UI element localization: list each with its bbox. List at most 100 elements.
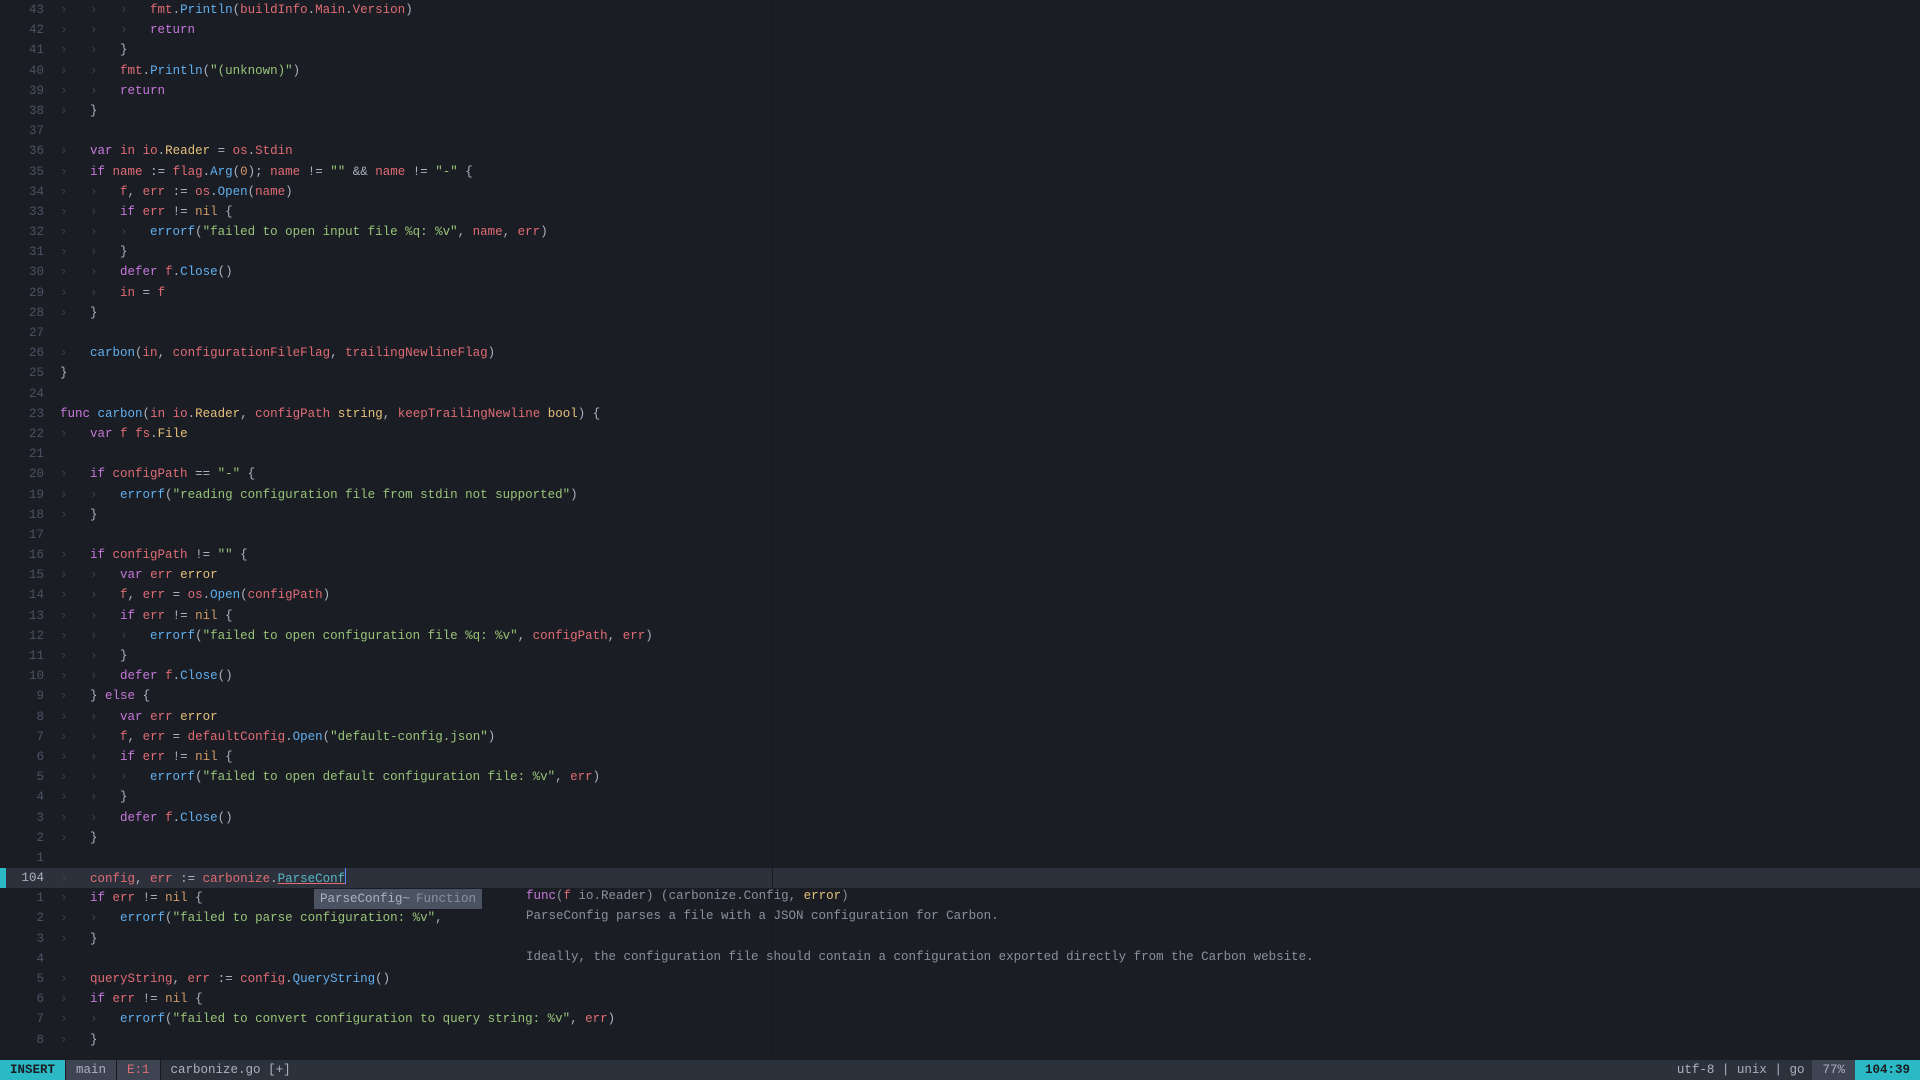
line-number: 14 bbox=[6, 585, 52, 605]
code-line[interactable]: 26› carbon(in, configurationFileFlag, tr… bbox=[0, 343, 1920, 363]
line-number: 35 bbox=[6, 162, 52, 182]
code-line[interactable]: 28› } bbox=[0, 303, 1920, 323]
code-line[interactable]: 9› } else { bbox=[0, 686, 1920, 706]
code-line[interactable]: 22› var f fs.File bbox=[0, 424, 1920, 444]
completion-match: ParseConfig~ bbox=[320, 889, 410, 909]
code-line[interactable]: 30› › defer f.Close() bbox=[0, 262, 1920, 282]
line-number: 33 bbox=[6, 202, 52, 222]
line-number: 22 bbox=[6, 424, 52, 444]
code-line[interactable]: 1› if err != nil { bbox=[0, 888, 1920, 908]
code-line[interactable]: 3› › defer f.Close() bbox=[0, 808, 1920, 828]
code-line[interactable]: 21 bbox=[0, 444, 1920, 464]
line-number: 10 bbox=[6, 666, 52, 686]
code-line[interactable]: 16› if configPath != "" { bbox=[0, 545, 1920, 565]
line-number: 4 bbox=[6, 949, 52, 969]
code-line[interactable]: 104› config, err := carbonize.ParseConf bbox=[0, 868, 1920, 888]
line-number: 24 bbox=[6, 384, 52, 404]
statusline: INSERT main E:1 carbonize.go [+] utf-8 |… bbox=[0, 1060, 1920, 1080]
code-line[interactable]: 15› › var err error bbox=[0, 565, 1920, 585]
line-number: 7 bbox=[6, 1009, 52, 1029]
line-number: 1 bbox=[6, 888, 52, 908]
code-line[interactable]: 37 bbox=[0, 121, 1920, 141]
line-number: 28 bbox=[6, 303, 52, 323]
code-line[interactable]: 10› › defer f.Close() bbox=[0, 666, 1920, 686]
code-line[interactable]: 8› › var err error bbox=[0, 707, 1920, 727]
line-number: 8 bbox=[6, 1030, 52, 1050]
line-number: 3 bbox=[6, 929, 52, 949]
code-line[interactable]: 8› } bbox=[0, 1030, 1920, 1050]
line-number: 30 bbox=[6, 262, 52, 282]
line-number: 32 bbox=[6, 222, 52, 242]
line-number: 13 bbox=[6, 606, 52, 626]
line-number: 6 bbox=[6, 747, 52, 767]
code-line[interactable]: 6› if err != nil { bbox=[0, 989, 1920, 1009]
line-number: 39 bbox=[6, 81, 52, 101]
line-number: 11 bbox=[6, 646, 52, 666]
line-number: 37 bbox=[6, 121, 52, 141]
code-line[interactable]: 38› } bbox=[0, 101, 1920, 121]
line-number: 5 bbox=[6, 767, 52, 787]
code-line[interactable]: 1 bbox=[0, 848, 1920, 868]
completion-kind: Function bbox=[416, 889, 476, 909]
line-number: 15 bbox=[6, 565, 52, 585]
line-number: 17 bbox=[6, 525, 52, 545]
diagnostic-count: E:1 bbox=[117, 1060, 161, 1080]
line-number: 104 bbox=[6, 868, 52, 888]
code-line[interactable]: 34› › f, err := os.Open(name) bbox=[0, 182, 1920, 202]
line-number: 3 bbox=[6, 808, 52, 828]
code-line[interactable]: 24 bbox=[0, 384, 1920, 404]
code-line[interactable]: 23func carbon(in io.Reader, configPath s… bbox=[0, 404, 1920, 424]
code-line[interactable]: 20› if configPath == "-" { bbox=[0, 464, 1920, 484]
line-number: 21 bbox=[6, 444, 52, 464]
code-line[interactable]: 5› queryString, err := config.QueryStrin… bbox=[0, 969, 1920, 989]
code-line[interactable]: 3› } bbox=[0, 929, 1920, 949]
code-line[interactable]: 39› › return bbox=[0, 81, 1920, 101]
code-line[interactable]: 13› › if err != nil { bbox=[0, 606, 1920, 626]
line-number: 26 bbox=[6, 343, 52, 363]
mode-indicator: INSERT bbox=[0, 1060, 66, 1080]
line-number: 19 bbox=[6, 485, 52, 505]
scroll-percent: 77% bbox=[1812, 1060, 1855, 1080]
code-line[interactable]: 42› › › return bbox=[0, 20, 1920, 40]
line-number: 6 bbox=[6, 989, 52, 1009]
line-number: 31 bbox=[6, 242, 52, 262]
completion-popup[interactable]: ParseConfig~ Function bbox=[314, 889, 482, 909]
code-line[interactable]: 19› › errorf("reading configuration file… bbox=[0, 485, 1920, 505]
code-line[interactable]: 31› › } bbox=[0, 242, 1920, 262]
completion-item[interactable]: ParseConfig~ Function bbox=[314, 889, 482, 909]
line-number: 23 bbox=[6, 404, 52, 424]
code-line[interactable]: 18› } bbox=[0, 505, 1920, 525]
git-branch: main bbox=[66, 1060, 117, 1080]
code-line[interactable]: 33› › if err != nil { bbox=[0, 202, 1920, 222]
line-number: 43 bbox=[6, 0, 52, 20]
code-line[interactable]: 7› › f, err = defaultConfig.Open("defaul… bbox=[0, 727, 1920, 747]
line-number: 2 bbox=[6, 828, 52, 848]
line-number: 9 bbox=[6, 686, 52, 706]
code-line[interactable]: 2› } bbox=[0, 828, 1920, 848]
line-number: 34 bbox=[6, 182, 52, 202]
code-line[interactable]: 32› › › errorf("failed to open input fil… bbox=[0, 222, 1920, 242]
code-line[interactable]: 35› if name := flag.Arg(0); name != "" &… bbox=[0, 162, 1920, 182]
code-line[interactable]: 7› › errorf("failed to convert configura… bbox=[0, 1009, 1920, 1029]
line-number: 2 bbox=[6, 908, 52, 928]
line-number: 1 bbox=[6, 848, 52, 868]
code-line[interactable]: 29› › in = f bbox=[0, 283, 1920, 303]
line-number: 12 bbox=[6, 626, 52, 646]
code-line[interactable]: 11› › } bbox=[0, 646, 1920, 666]
completion-doc-line2: Ideally, the configuration file should c… bbox=[526, 950, 1314, 964]
code-line[interactable]: 12› › › errorf("failed to open configura… bbox=[0, 626, 1920, 646]
code-line[interactable]: 17 bbox=[0, 525, 1920, 545]
code-line[interactable]: 41› › } bbox=[0, 40, 1920, 60]
code-line[interactable]: 25} bbox=[0, 363, 1920, 383]
code-editor[interactable]: 43› › › fmt.Println(buildInfo.Main.Versi… bbox=[0, 0, 1920, 1060]
line-number: 38 bbox=[6, 101, 52, 121]
code-line[interactable]: 6› › if err != nil { bbox=[0, 747, 1920, 767]
code-line[interactable]: 40› › fmt.Println("(unknown)") bbox=[0, 61, 1920, 81]
code-line[interactable]: 14› › f, err = os.Open(configPath) bbox=[0, 585, 1920, 605]
code-line[interactable]: 5› › › errorf("failed to open default co… bbox=[0, 767, 1920, 787]
line-number: 20 bbox=[6, 464, 52, 484]
code-line[interactable]: 36› var in io.Reader = os.Stdin bbox=[0, 141, 1920, 161]
code-line[interactable]: 27 bbox=[0, 323, 1920, 343]
code-line[interactable]: 43› › › fmt.Println(buildInfo.Main.Versi… bbox=[0, 0, 1920, 20]
code-line[interactable]: 4› › } bbox=[0, 787, 1920, 807]
